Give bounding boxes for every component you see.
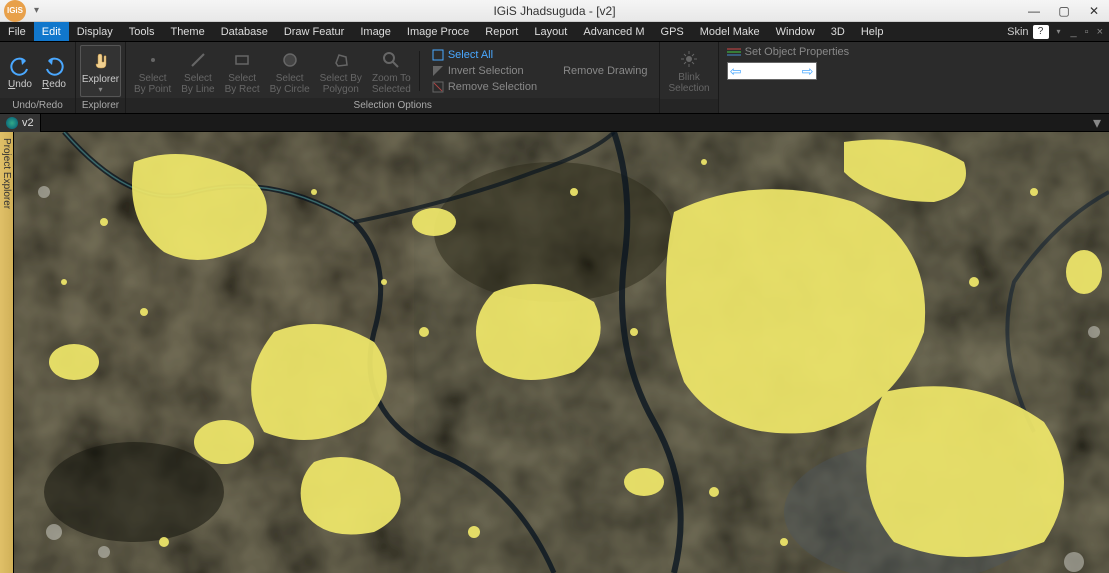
- polygon-icon: [332, 51, 350, 69]
- slider-left-button[interactable]: ⇦: [728, 63, 744, 79]
- tab-v2[interactable]: v2: [0, 114, 41, 132]
- app-logo: IGiS: [4, 0, 26, 22]
- redo-icon: [43, 55, 65, 77]
- invert-icon: [432, 65, 444, 77]
- ribbon-group-setobj: Set Object Properties ⇦ ⇨: [719, 42, 858, 113]
- zoom-to-selected-button[interactable]: Zoom ToSelected: [368, 45, 415, 97]
- select-by-line-button[interactable]: SelectBy Line: [177, 45, 218, 97]
- ribbon-group-selection: SelectBy Point SelectBy Line SelectBy Re…: [126, 42, 660, 113]
- menu-report[interactable]: Report: [477, 22, 526, 41]
- properties-icon: [727, 47, 741, 57]
- select-by-polygon-label: Select ByPolygon: [320, 73, 362, 95]
- menu-edit[interactable]: Edit: [34, 22, 69, 41]
- opacity-slider[interactable]: ⇦ ⇨: [727, 62, 817, 80]
- tab-label: v2: [22, 117, 34, 129]
- menu-theme[interactable]: Theme: [162, 22, 212, 41]
- skin-label: Skin: [1007, 26, 1028, 38]
- invert-selection-button[interactable]: Invert Selection: [432, 65, 537, 77]
- window-title: IGiS Jhadsuguda - [v2]: [493, 4, 615, 18]
- redo-button[interactable]: RRedoedo: [38, 51, 70, 92]
- point-icon: [144, 51, 162, 69]
- blink-selection-button[interactable]: BlinkSelection: [664, 44, 713, 96]
- select-by-circle-label: SelectBy Circle: [270, 73, 310, 95]
- project-explorer-panel[interactable]: Project Explorer: [0, 132, 14, 573]
- ribbon-group-undoredo: UUndondo RRedoedo Undo/Redo: [0, 42, 76, 113]
- select-all-icon: [432, 49, 444, 61]
- select-by-rect-label: SelectBy Rect: [225, 73, 260, 95]
- undo-icon: [9, 55, 31, 77]
- ribbon-minimize-button[interactable]: _: [1069, 26, 1079, 38]
- document-tabstrip: v2 ▾: [0, 114, 1109, 132]
- explorer-button[interactable]: Explorer ▾: [80, 45, 121, 97]
- help-button[interactable]: ?: [1033, 25, 1049, 39]
- hand-icon: [90, 50, 112, 72]
- ribbon-toolbar: UUndondo RRedoedo Undo/Redo Explorer ▾ E…: [0, 42, 1109, 114]
- remove-drawing-label: Remove Drawing: [563, 65, 647, 77]
- menu-3d[interactable]: 3D: [823, 22, 853, 41]
- explorer-group-label: Explorer: [76, 98, 125, 113]
- remove-selection-button[interactable]: Remove Selection: [432, 81, 537, 93]
- menu-image-process[interactable]: Image Proce: [399, 22, 477, 41]
- undo-button[interactable]: UUndondo: [4, 51, 36, 92]
- select-all-button[interactable]: Select All: [432, 49, 537, 61]
- menu-draw-feature[interactable]: Draw Featur: [276, 22, 353, 41]
- blink-group-label: [660, 99, 717, 113]
- circle-icon: [281, 51, 299, 69]
- select-all-label: Select All: [448, 49, 493, 61]
- remove-drawing-button[interactable]: Remove Drawing: [563, 65, 647, 77]
- menu-database[interactable]: Database: [213, 22, 276, 41]
- blink-selection-label: BlinkSelection: [668, 72, 709, 94]
- remove-sel-icon: [432, 81, 444, 93]
- menu-help[interactable]: Help: [853, 22, 892, 41]
- select-by-polygon-button[interactable]: Select ByPolygon: [316, 45, 366, 97]
- menu-model-make[interactable]: Model Make: [692, 22, 768, 41]
- menu-tools[interactable]: Tools: [121, 22, 163, 41]
- zoom-to-selected-label: Zoom ToSelected: [372, 73, 411, 95]
- menu-display[interactable]: Display: [69, 22, 121, 41]
- select-by-circle-button[interactable]: SelectBy Circle: [266, 45, 314, 97]
- map-viewport[interactable]: [14, 132, 1109, 573]
- slider-track[interactable]: [744, 63, 800, 79]
- menu-gps[interactable]: GPS: [653, 22, 692, 41]
- menu-image[interactable]: Image: [352, 22, 399, 41]
- close-button[interactable]: ✕: [1079, 0, 1109, 22]
- satellite-map-canvas: [14, 132, 1109, 573]
- menu-bar: File Edit Display Tools Theme Database D…: [0, 22, 1109, 42]
- select-by-point-label: SelectBy Point: [134, 73, 171, 95]
- selection-group-label: Selection Options: [126, 98, 659, 113]
- minimize-button[interactable]: —: [1019, 0, 1049, 22]
- ribbon-close-button[interactable]: ×: [1095, 26, 1105, 38]
- remove-selection-label: Remove Selection: [448, 81, 537, 93]
- explorer-label: Explorer: [82, 74, 119, 85]
- rect-icon: [233, 51, 251, 69]
- select-by-line-label: SelectBy Line: [181, 73, 214, 95]
- select-by-rect-button[interactable]: SelectBy Rect: [221, 45, 264, 97]
- zoom-icon: [381, 50, 401, 70]
- menu-advanced-m[interactable]: Advanced M: [575, 22, 652, 41]
- ribbon-restore-button[interactable]: ▫: [1083, 26, 1091, 38]
- undoredo-group-label: Undo/Redo: [0, 98, 75, 113]
- globe-icon: [6, 117, 18, 129]
- title-bar: IGiS ▾ IGiS Jhadsuguda - [v2] — ▢ ✕: [0, 0, 1109, 22]
- blink-icon: [679, 49, 699, 69]
- invert-selection-label: Invert Selection: [448, 65, 524, 77]
- tab-menu-button[interactable]: ▾: [1089, 115, 1105, 131]
- skin-dropdown-icon[interactable]: ▾: [1053, 27, 1065, 36]
- workspace: Project Explorer: [0, 132, 1109, 573]
- qat-dropdown-icon[interactable]: ▾: [30, 5, 43, 16]
- line-icon: [189, 51, 207, 69]
- slider-right-button[interactable]: ⇨: [800, 63, 816, 79]
- select-by-point-button[interactable]: SelectBy Point: [130, 45, 175, 97]
- maximize-button[interactable]: ▢: [1049, 0, 1079, 22]
- ribbon-group-explorer: Explorer ▾ Explorer: [76, 42, 126, 113]
- menu-layout[interactable]: Layout: [526, 22, 575, 41]
- setobj-label: Set Object Properties: [745, 46, 850, 58]
- ribbon-group-blink: BlinkSelection: [660, 42, 718, 113]
- menu-file[interactable]: File: [0, 22, 34, 41]
- menu-window[interactable]: Window: [768, 22, 823, 41]
